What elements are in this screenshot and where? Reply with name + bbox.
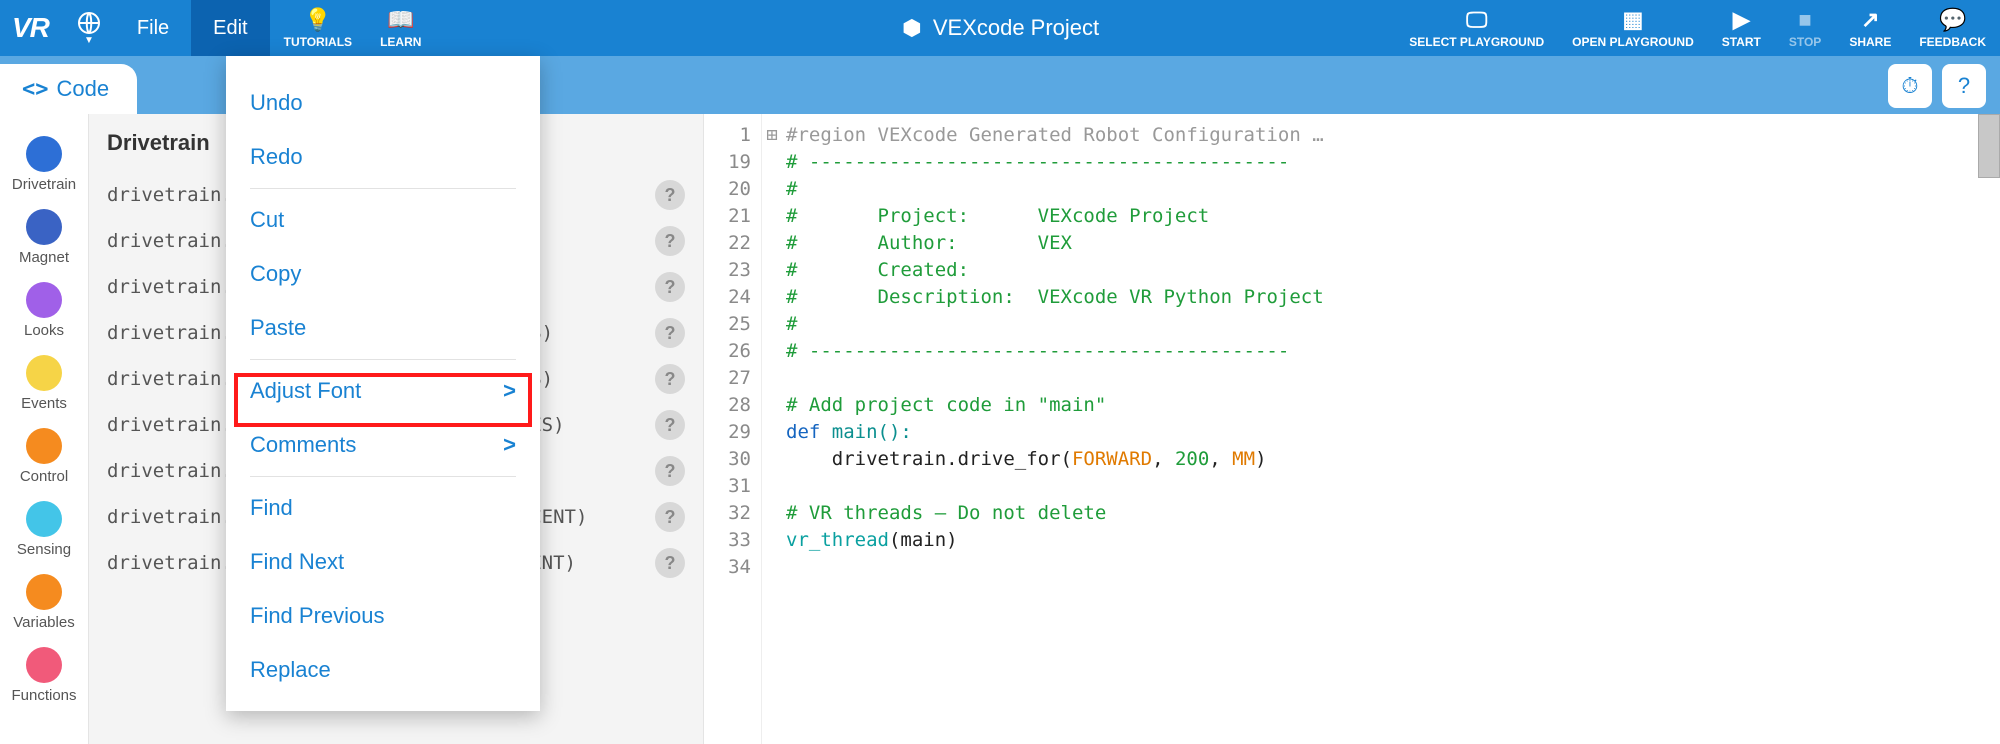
menu-comments[interactable]: Comments> [226,418,540,472]
code-icon: <> [22,77,49,102]
category-dot [26,282,62,318]
project-name[interactable]: VEXcode Project [901,15,1099,41]
stop-button[interactable]: ■ STOP [1775,0,1835,56]
command-help-icon[interactable]: ? [655,272,685,302]
command-help-icon[interactable]: ? [655,410,685,440]
category-dot [26,209,62,245]
category-label: Control [20,468,68,485]
logo: VR [0,12,63,44]
monitor-icon: 🖵 [1466,7,1487,33]
category-sensing[interactable]: Sensing [0,495,88,568]
share-icon: ↗ [1861,7,1879,33]
monitor-console-button[interactable]: ⏱ [1888,64,1932,108]
category-dot [26,647,62,683]
category-drivetrain[interactable]: Drivetrain [0,130,88,203]
language-dropdown[interactable]: ▼ [63,0,115,56]
play-icon: ▶ [1733,7,1750,33]
learn-button[interactable]: 📖 LEARN [366,0,435,56]
category-dot [26,428,62,464]
category-dot [26,355,62,391]
stop-icon: ■ [1798,7,1811,33]
menu-paste[interactable]: Paste [226,301,540,355]
category-looks[interactable]: Looks [0,276,88,349]
code-tab[interactable]: <> Code [0,64,137,114]
command-help-icon[interactable]: ? [655,180,685,210]
edit-dropdown: Undo Redo Cut Copy Paste Adjust Font> Co… [226,56,540,711]
code-text[interactable]: #region VEXcode Generated Robot Configur… [782,114,2000,744]
command-help-icon[interactable]: ? [655,318,685,348]
book-icon: 📖 [387,7,414,33]
category-label: Events [21,395,67,412]
help-button[interactable]: ? [1942,64,1986,108]
command-help-icon[interactable]: ? [655,364,685,394]
edit-menu[interactable]: Edit [191,0,269,56]
menu-find[interactable]: Find [226,481,540,535]
category-label: Variables [13,614,74,631]
command-help-icon[interactable]: ? [655,502,685,532]
menu-undo[interactable]: Undo [226,76,540,130]
scrollbar-thumb[interactable] [1978,114,2000,178]
feedback-button[interactable]: 💬 FEEDBACK [1905,0,2000,56]
menu-replace[interactable]: Replace [226,643,540,697]
command-help-icon[interactable]: ? [655,456,685,486]
gauge-icon: ⏱ [1901,73,1918,99]
menu-find-next[interactable]: Find Next [226,535,540,589]
chevron-right-icon: > [503,378,516,404]
tutorials-button[interactable]: 💡 TUTORIALS [270,0,366,56]
select-playground-button[interactable]: 🖵 SELECT PLAYGROUND [1395,0,1558,56]
command-help-icon[interactable]: ? [655,548,685,578]
lightbulb-icon: 💡 [304,7,331,33]
open-playground-button[interactable]: ▦ OPEN PLAYGROUND [1558,0,1708,56]
file-menu[interactable]: File [115,0,191,56]
category-variables[interactable]: Variables [0,568,88,641]
grid-icon: ▦ [1623,7,1644,33]
category-label: Sensing [17,541,71,558]
chevron-right-icon: > [503,432,516,458]
help-icon: ? [1958,73,1970,99]
menu-cut[interactable]: Cut [226,193,540,247]
menu-find-previous[interactable]: Find Previous [226,589,540,643]
menu-redo[interactable]: Redo [226,130,540,184]
fold-gutter: ⊞ [762,114,782,744]
menu-copy[interactable]: Copy [226,247,540,301]
category-rail: Drivetrain Magnet Looks Events Control Sensin… [0,114,88,744]
category-dot [26,501,62,537]
hexagon-icon [901,17,923,39]
start-button[interactable]: ▶ START [1708,0,1775,56]
code-editor[interactable]: 119202122232425262728293031323334 ⊞ #reg… [704,114,2000,744]
category-label: Drivetrain [12,176,76,193]
category-functions[interactable]: Functions [0,641,88,714]
category-dot [26,574,62,610]
category-dot [26,136,62,172]
line-gutter: 119202122232425262728293031323334 [704,114,762,744]
chat-icon: 💬 [1939,7,1966,33]
category-control[interactable]: Control [0,422,88,495]
category-events[interactable]: Events [0,349,88,422]
command-help-icon[interactable]: ? [655,226,685,256]
category-label: Looks [24,322,64,339]
category-magnet[interactable]: Magnet [0,203,88,276]
menu-adjust-font[interactable]: Adjust Font> [226,364,540,418]
category-label: Magnet [19,249,69,266]
globe-icon [77,11,101,35]
share-button[interactable]: ↗ SHARE [1835,0,1905,56]
top-toolbar: VR ▼ File Edit 💡 TUTORIALS 📖 LEARN VEXco… [0,0,2000,56]
category-label: Functions [11,687,76,704]
